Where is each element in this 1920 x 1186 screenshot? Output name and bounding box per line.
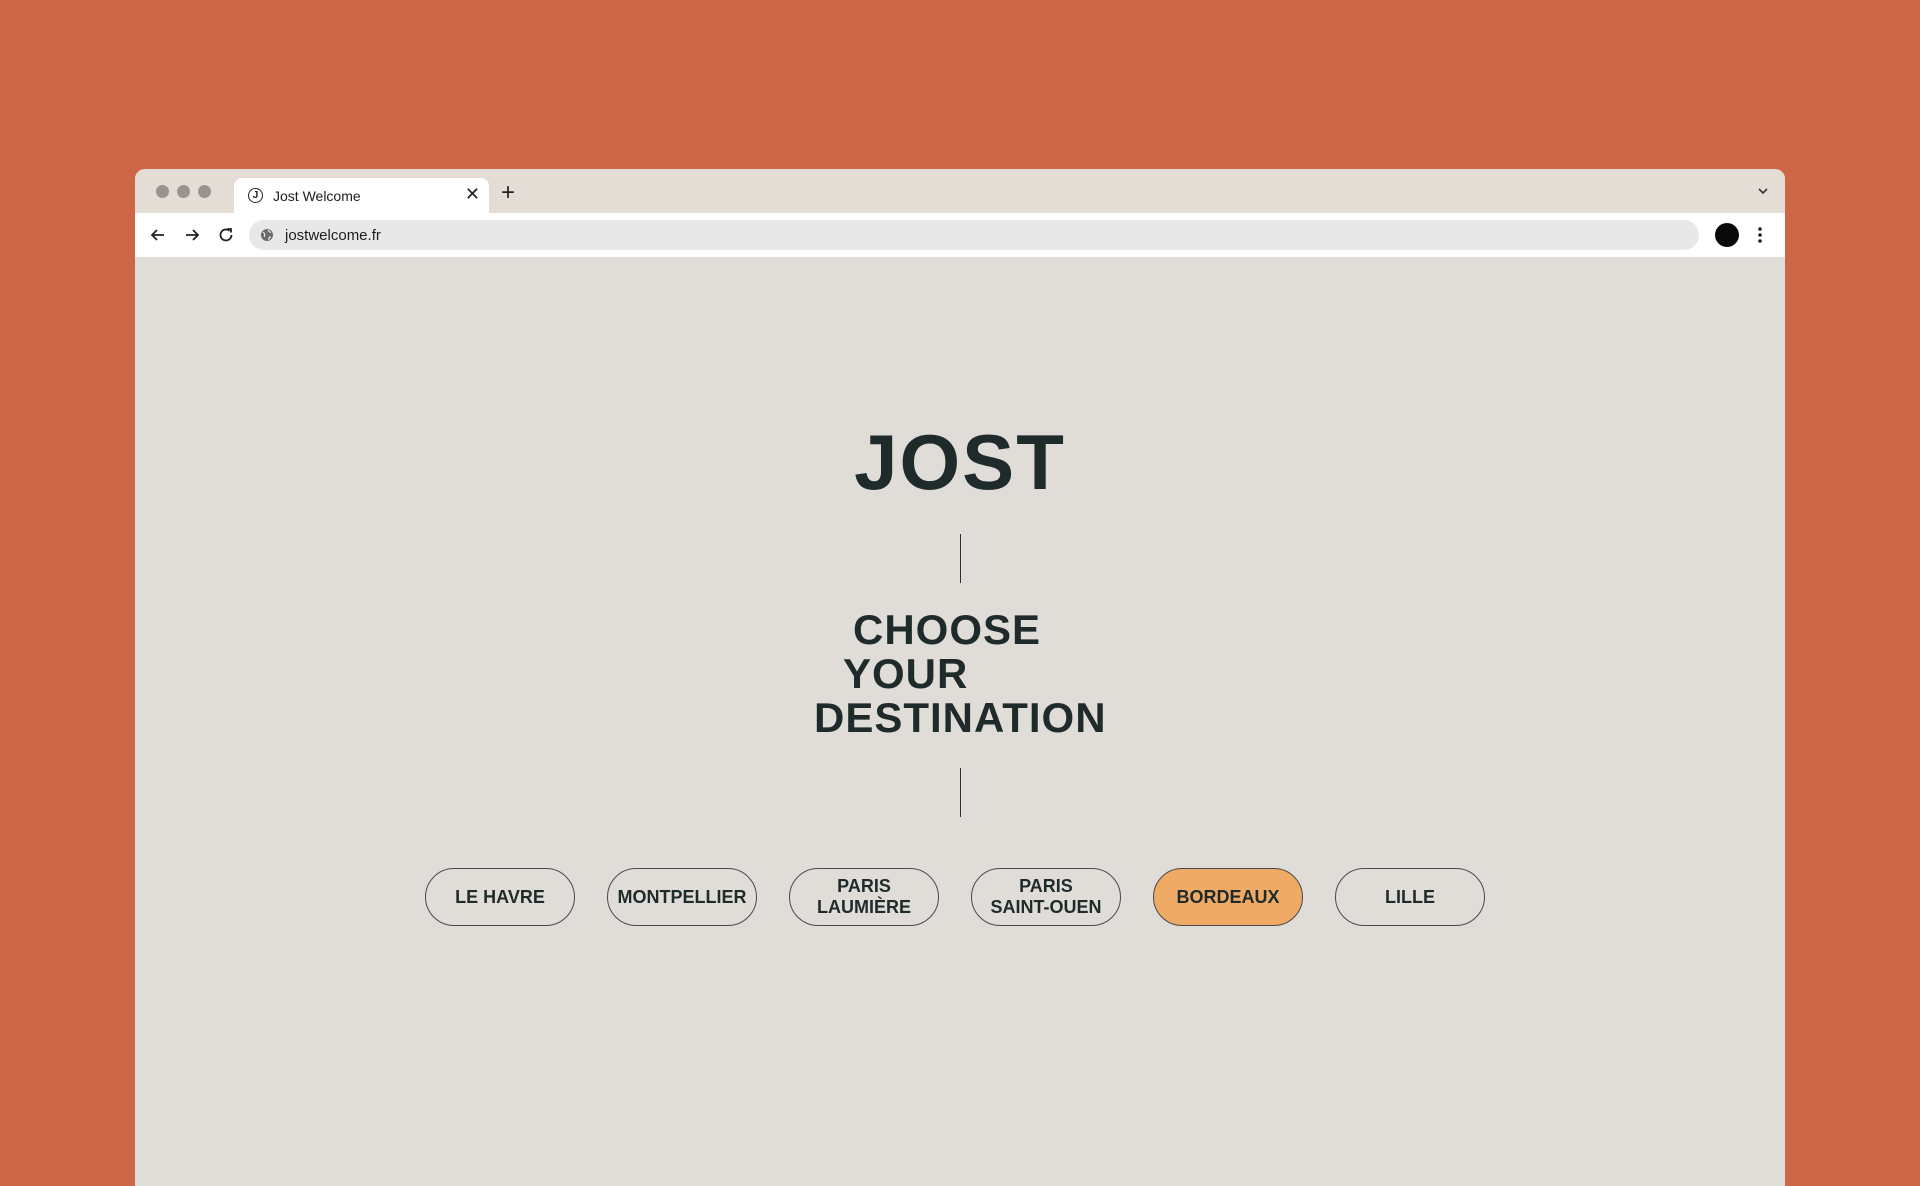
- globe-icon[interactable]: [260, 228, 274, 242]
- active-tab[interactable]: J Jost Welcome ✕: [234, 178, 489, 213]
- divider-line: [960, 768, 961, 817]
- destination-button-montpellier[interactable]: MONTPELLIER: [607, 868, 757, 926]
- close-window-dot[interactable]: [156, 185, 169, 198]
- destination-button-paris-laumiere[interactable]: PARIS LAUMIÈRE: [789, 868, 939, 926]
- forward-arrow-icon[interactable]: [181, 224, 203, 246]
- favicon-icon: J: [248, 188, 263, 203]
- kebab-menu-icon[interactable]: [1757, 224, 1763, 246]
- minimize-window-dot[interactable]: [177, 185, 190, 198]
- tab-bar: J Jost Welcome ✕ +: [135, 169, 1785, 213]
- browser-toolbar: jostwelcome.fr: [135, 213, 1785, 257]
- plus-icon[interactable]: +: [501, 181, 515, 205]
- browser-window: J Jost Welcome ✕ + jostwelcome.fr JOST C…: [135, 169, 1785, 1186]
- heading-line-3: DESTINATION: [814, 694, 1107, 741]
- url-text: jostwelcome.fr: [285, 227, 381, 244]
- profile-avatar[interactable]: [1715, 223, 1739, 247]
- close-icon[interactable]: ✕: [465, 185, 480, 203]
- divider-line: [960, 534, 961, 583]
- window-controls: [156, 185, 211, 198]
- destination-list: LE HAVRE MONTPELLIER PARIS LAUMIÈRE PARI…: [425, 868, 1485, 926]
- back-arrow-icon[interactable]: [147, 224, 169, 246]
- heading-line-1: CHOOSE: [853, 606, 1042, 653]
- heading-line-2: YOUR: [843, 650, 969, 697]
- reload-icon[interactable]: [215, 224, 237, 246]
- chevron-down-icon[interactable]: [1757, 185, 1769, 197]
- tab-title: Jost Welcome: [273, 188, 361, 204]
- destination-button-bordeaux[interactable]: BORDEAUX: [1153, 868, 1303, 926]
- destination-button-lille[interactable]: LILLE: [1335, 868, 1485, 926]
- address-bar[interactable]: jostwelcome.fr: [249, 220, 1699, 250]
- destination-button-le-havre[interactable]: LE HAVRE: [425, 868, 575, 926]
- destination-button-paris-saint-ouen[interactable]: PARIS SAINT-OUEN: [971, 868, 1121, 926]
- maximize-window-dot[interactable]: [198, 185, 211, 198]
- page-content: JOST CHOOSE YOUR DESTINATION LE HAVRE MO…: [135, 257, 1785, 1186]
- brand-logo: JOST: [854, 418, 1066, 506]
